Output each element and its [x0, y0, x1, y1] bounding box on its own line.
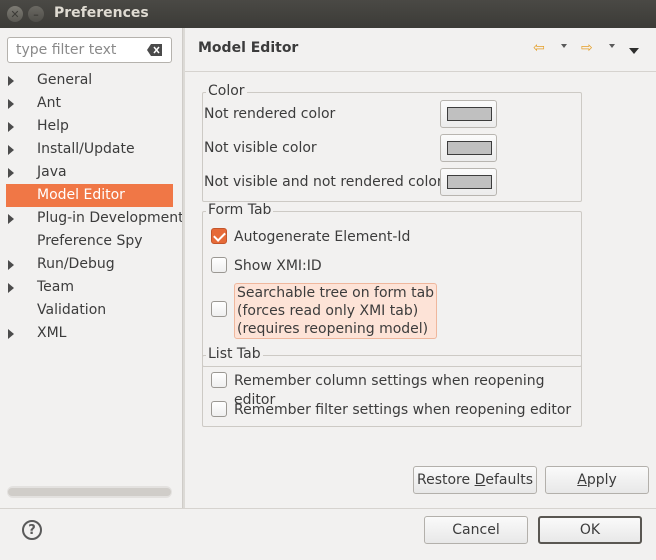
not-visible-not-rendered-color-label: Not visible and not rendered color	[204, 174, 443, 190]
show-xmi-id-label: Show XMI:ID	[234, 258, 322, 274]
tree-item-model-editor[interactable]: Model Editor	[6, 184, 173, 207]
header-divider	[185, 71, 656, 72]
tree-item-xml[interactable]: XML	[0, 322, 182, 345]
tree-item-label: Help	[37, 118, 69, 134]
list-tab-group: List Tab Remember column settings when r…	[202, 346, 582, 427]
searchable-tree-checkbox[interactable]	[211, 301, 227, 317]
preference-navigation-panel: General Ant Help Install/Update Java Model Ed…	[0, 28, 184, 508]
view-menu-icon[interactable]	[629, 48, 639, 54]
back-history-dropdown-icon[interactable]	[561, 44, 567, 48]
tree-item-label: Run/Debug	[37, 256, 115, 272]
filter-field[interactable]	[7, 37, 172, 63]
not-rendered-color-label: Not rendered color	[204, 106, 336, 122]
tree-item-general[interactable]: General	[0, 69, 182, 92]
title-bar: ✕ – Preferences	[0, 0, 656, 28]
expand-arrow-icon[interactable]	[8, 283, 14, 293]
tree-item-label: Ant	[37, 95, 61, 111]
tree-item-label: Java	[37, 164, 67, 180]
scrollbar-thumb[interactable]	[8, 488, 171, 496]
expand-arrow-icon[interactable]	[8, 99, 14, 109]
remember-filter-settings-checkbox[interactable]	[211, 401, 227, 417]
not-rendered-color-button[interactable]	[440, 100, 497, 128]
remember-filter-settings-label: Remember filter settings when reopening …	[234, 402, 572, 418]
back-arrow-icon[interactable]: ⇦	[533, 40, 545, 56]
preference-tree: General Ant Help Install/Update Java Model Ed…	[0, 69, 184, 345]
color-group: Color Not rendered color Not visible col…	[202, 83, 582, 202]
tree-item-team[interactable]: Team	[0, 276, 182, 299]
autogenerate-element-id-label: Autogenerate Element-Id	[234, 229, 411, 245]
not-visible-color-button[interactable]	[440, 134, 497, 162]
tree-item-label: XML	[37, 325, 67, 341]
tree-item-label: Install/Update	[37, 141, 135, 157]
tree-item-run-debug[interactable]: Run/Debug	[0, 253, 182, 276]
searchable-tree-label: Searchable tree on form tab (forces read…	[234, 283, 438, 339]
help-icon[interactable]: ?	[22, 520, 42, 540]
remember-filter-settings-option[interactable]: Remember filter settings when reopening …	[211, 401, 571, 420]
autogenerate-element-id-option[interactable]: Autogenerate Element-Id	[211, 228, 410, 247]
expand-arrow-icon[interactable]	[8, 76, 14, 86]
tree-item-label: Team	[37, 279, 75, 295]
tree-item-preference-spy[interactable]: Preference Spy	[0, 230, 182, 253]
apply-button[interactable]: Apply	[545, 466, 649, 494]
tree-item-validation[interactable]: Validation	[0, 299, 182, 322]
expand-arrow-icon[interactable]	[8, 260, 14, 270]
expand-arrow-icon[interactable]	[8, 168, 14, 178]
list-tab-group-label: List Tab	[206, 346, 263, 362]
form-tab-group-label: Form Tab	[206, 202, 274, 218]
searchable-tree-option[interactable]: Searchable tree on form tab (forces read…	[211, 283, 438, 339]
minimize-window-button[interactable]: –	[28, 6, 44, 22]
forward-arrow-icon[interactable]: ⇨	[581, 40, 593, 56]
not-rendered-color-swatch	[447, 107, 492, 121]
tree-item-help[interactable]: Help	[0, 115, 182, 138]
expand-arrow-icon[interactable]	[8, 214, 14, 224]
not-visible-not-rendered-color-button[interactable]	[440, 168, 497, 196]
window-title: Preferences	[54, 5, 149, 21]
tree-item-plug-in-development[interactable]: Plug-in Development	[0, 207, 184, 230]
form-tab-group: Form Tab Autogenerate Element-Id Show XM…	[202, 202, 582, 367]
preference-page: Model Editor ⇦ ⇨ Color Not rendered colo…	[185, 28, 656, 508]
page-title: Model Editor	[198, 40, 299, 56]
forward-history-dropdown-icon[interactable]	[609, 44, 615, 48]
tree-item-java[interactable]: Java	[0, 161, 182, 184]
show-xmi-id-checkbox[interactable]	[211, 257, 227, 273]
apply-label: Apply	[577, 472, 617, 488]
tree-item-label: Preference Spy	[37, 233, 143, 249]
expand-arrow-icon[interactable]	[8, 329, 14, 339]
not-visible-color-label: Not visible color	[204, 140, 317, 156]
tree-item-label: General	[37, 72, 93, 88]
filter-input[interactable]	[14, 41, 138, 59]
tree-horizontal-scrollbar[interactable]	[7, 486, 172, 498]
cancel-button[interactable]: Cancel	[424, 516, 528, 544]
clear-filter-icon[interactable]	[147, 44, 163, 56]
close-window-button[interactable]: ✕	[7, 6, 23, 22]
not-visible-not-rendered-color-swatch	[447, 175, 492, 189]
restore-defaults-button[interactable]: Restore Defaults	[413, 466, 537, 494]
tree-item-ant[interactable]: Ant	[0, 92, 182, 115]
show-xmi-id-option[interactable]: Show XMI:ID	[211, 257, 322, 276]
tree-item-label: Validation	[37, 302, 107, 318]
color-group-label: Color	[206, 83, 247, 99]
tree-item-install-update[interactable]: Install/Update	[0, 138, 182, 161]
tree-item-label: Plug-in Development	[37, 210, 184, 226]
expand-arrow-icon[interactable]	[8, 122, 14, 132]
expand-arrow-icon[interactable]	[8, 145, 14, 155]
remember-column-settings-checkbox[interactable]	[211, 372, 227, 388]
footer-divider	[0, 508, 656, 509]
ok-button[interactable]: OK	[538, 516, 642, 544]
not-visible-color-swatch	[447, 141, 492, 155]
restore-defaults-label: Restore Defaults	[416, 472, 534, 488]
tree-item-label: Model Editor	[37, 187, 125, 203]
autogenerate-element-id-checkbox[interactable]	[211, 228, 227, 244]
